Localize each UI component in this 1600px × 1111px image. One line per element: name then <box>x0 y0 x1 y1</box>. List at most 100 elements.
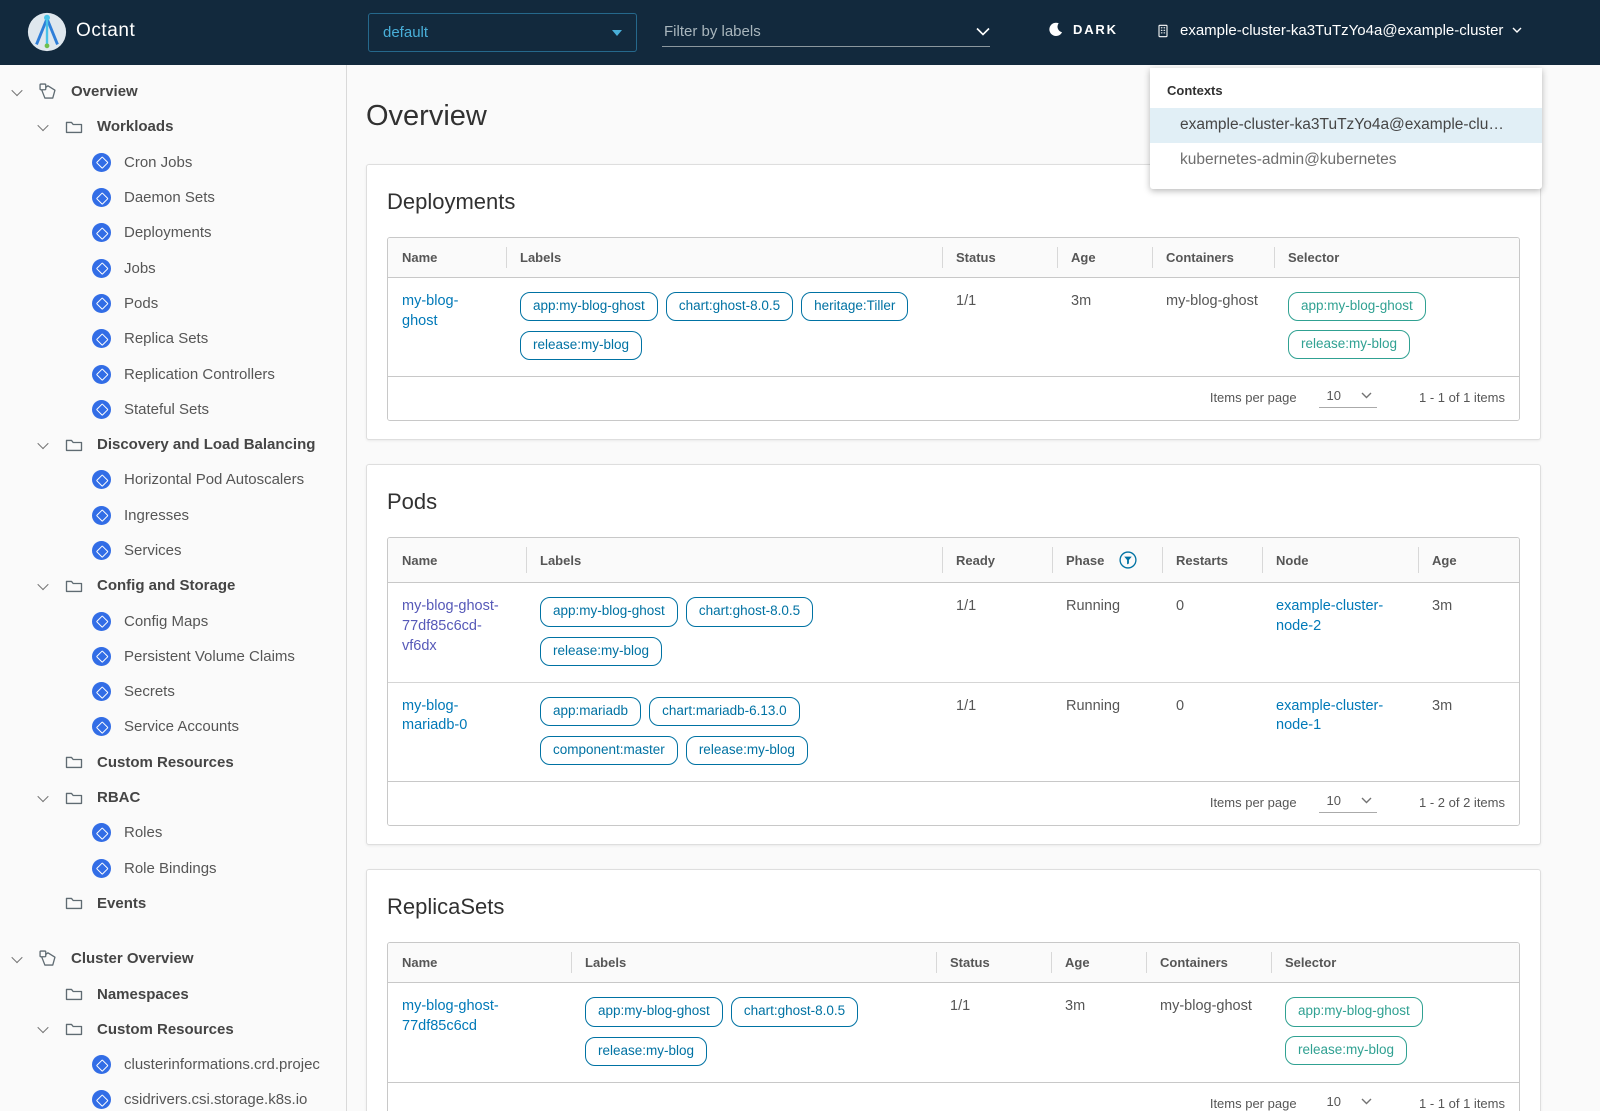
pod-name-link[interactable]: my-blog-ghost-77df85c6cd-vf6dx <box>402 598 499 653</box>
sidebar-item-replication-controllers[interactable]: Replication Controllers <box>0 356 346 391</box>
column-header-selector: Selector <box>1271 943 1519 984</box>
chevron-down-icon[interactable] <box>10 85 24 99</box>
column-header-name: Name <box>388 238 506 278</box>
sidebar-item-cluster-custom-resources[interactable]: Custom Resources <box>0 1012 346 1047</box>
sidebar-item-custom-resources[interactable]: Custom Resources <box>0 745 346 780</box>
pod-name-link[interactable]: my-blog-mariadb-0 <box>402 698 467 734</box>
column-header-age: Age <box>1057 238 1152 278</box>
column-header-labels: Labels <box>571 943 936 984</box>
chevron-down-icon[interactable] <box>976 27 990 36</box>
label-badge[interactable]: chart:ghost-8.0.5 <box>685 597 814 627</box>
sidebar-item-service-accounts[interactable]: Service Accounts <box>0 709 346 744</box>
label-badge[interactable]: app:my-blog-ghost <box>540 597 678 627</box>
sidebar-item-namespaces[interactable]: Namespaces <box>0 976 346 1011</box>
node-link[interactable]: example-cluster-node-2 <box>1276 598 1383 634</box>
sidebar-item-services[interactable]: Services <box>0 533 346 568</box>
cluster-icon <box>1158 24 1168 37</box>
pods-card-title: Pods <box>387 489 438 515</box>
folder-icon <box>63 1019 84 1040</box>
sidebar-item-overview[interactable]: Overview <box>0 74 346 109</box>
label-badge[interactable]: app:my-blog-ghost <box>585 997 723 1027</box>
table-row: my-blog-ghost app:my-blog-ghost chart:gh… <box>388 278 1519 377</box>
sidebar-item-daemon-sets[interactable]: Daemon Sets <box>0 180 346 215</box>
sidebar-item-deployments[interactable]: Deployments <box>0 215 346 250</box>
label-badge[interactable]: release:my-blog <box>540 636 663 666</box>
label-badge[interactable]: chart:ghost-8.0.5 <box>730 997 859 1027</box>
label-badge[interactable]: release:my-blog <box>685 736 808 766</box>
label-filter <box>662 16 990 47</box>
deployment-name-link[interactable]: my-blog-ghost <box>402 293 458 329</box>
column-header-status: Status <box>942 238 1057 278</box>
sidebar-item-events[interactable]: Events <box>0 886 346 921</box>
chevron-down-icon[interactable] <box>36 1022 50 1036</box>
column-header-containers: Containers <box>1152 238 1274 278</box>
node-link[interactable]: example-cluster-node-1 <box>1276 698 1383 734</box>
ingress-icon <box>92 505 111 525</box>
ready-cell: 1/1 <box>956 598 977 615</box>
column-header-age: Age <box>1051 943 1146 984</box>
chevron-down-icon <box>1361 392 1372 399</box>
sidebar-item-role-bindings[interactable]: Role Bindings <box>0 851 346 886</box>
deployments-table: Name Labels Status Age Containers Select… <box>387 237 1520 422</box>
statefulset-icon <box>92 399 111 419</box>
items-per-page-select[interactable]: 10 <box>1318 387 1378 409</box>
pagination: Items per page 10 1 - 1 of 1 items <box>388 376 1519 421</box>
label-badge[interactable]: component:master <box>540 736 678 766</box>
chevron-down-icon[interactable] <box>36 438 50 452</box>
deployment-icon <box>92 223 111 243</box>
sidebar-item-ingresses[interactable]: Ingresses <box>0 498 346 533</box>
sidebar-item-discovery-and-load-balancing[interactable]: Discovery and Load Balancing <box>0 427 346 462</box>
filter-by-labels-input[interactable] <box>662 22 976 40</box>
sidebar-item-cluster-overview[interactable]: Cluster Overview <box>0 941 346 976</box>
theme-toggle-label: DARK <box>1073 22 1118 37</box>
items-per-page-select[interactable]: 10 <box>1319 1093 1377 1111</box>
sidebar-item-workloads[interactable]: Workloads <box>0 109 346 144</box>
label-badge[interactable]: heritage:Tiller <box>801 292 909 322</box>
chevron-down-icon[interactable] <box>36 791 50 805</box>
items-per-page-select[interactable]: 10 <box>1318 792 1378 814</box>
sidebar-item-replica-sets[interactable]: Replica Sets <box>0 321 346 356</box>
sidebar-item-pods[interactable]: Pods <box>0 286 346 321</box>
table-header-row: Name Labels Ready Phase Restarts Node Ag… <box>388 538 1519 584</box>
sidebar-item-stateful-sets[interactable]: Stateful Sets <box>0 392 346 427</box>
context-switcher-button[interactable]: example-cluster-ka3TuTzYo4a@example-clus… <box>1155 22 1522 39</box>
items-per-page-value: 10 <box>1326 793 1342 809</box>
chevron-down-icon[interactable] <box>10 952 24 966</box>
replicaset-name-link[interactable]: my-blog-ghost-77df85c6cd <box>402 998 499 1034</box>
label-badge[interactable]: release:my-blog <box>520 331 643 361</box>
column-header-labels: Labels <box>506 238 942 278</box>
sidebar-item-config-and-storage[interactable]: Config and Storage <box>0 568 346 603</box>
secret-icon <box>92 682 111 702</box>
column-header-status: Status <box>936 943 1051 984</box>
namespace-select[interactable]: default <box>368 13 637 52</box>
sidebar-item-persistent-volume-claims[interactable]: Persistent Volume Claims <box>0 639 346 674</box>
label-badge[interactable]: app:mariadb <box>540 696 642 727</box>
sidebar-item-jobs[interactable]: Jobs <box>0 250 346 285</box>
label-badge[interactable]: chart:mariadb-6.13.0 <box>649 696 800 727</box>
items-per-page-value: 10 <box>1326 388 1342 404</box>
pagination-range: 1 - 2 of 2 items <box>1419 795 1505 811</box>
label-badge[interactable]: app:my-blog-ghost <box>520 292 658 322</box>
sidebar-item-config-maps[interactable]: Config Maps <box>0 603 346 638</box>
chevron-down-icon <box>612 29 622 36</box>
label-badge[interactable]: release:my-blog <box>585 1036 708 1066</box>
folder-icon <box>63 434 84 455</box>
sidebar-item-csidrivers-crd[interactable]: csidrivers.csi.storage.k8s.io <box>0 1082 346 1111</box>
sidebar-item-horizontal-pod-autoscalers[interactable]: Horizontal Pod Autoscalers <box>0 462 346 497</box>
sidebar-item-secrets[interactable]: Secrets <box>0 674 346 709</box>
chevron-down-icon[interactable] <box>36 579 50 593</box>
column-header-age: Age <box>1418 538 1519 584</box>
sidebar-item-roles[interactable]: Roles <box>0 815 346 850</box>
filter-icon[interactable] <box>1118 550 1138 570</box>
selector-badge: app:my-blog-ghost <box>1285 997 1423 1027</box>
dark-mode-toggle[interactable]: DARK <box>1047 21 1118 38</box>
context-menu-item-kubernetes-admin[interactable]: kubernetes-admin@kubernetes <box>1150 143 1542 178</box>
sidebar-item-rbac[interactable]: RBAC <box>0 780 346 815</box>
label-badge[interactable]: chart:ghost-8.0.5 <box>665 292 794 322</box>
crd-icon <box>92 1090 111 1110</box>
replicationcontroller-icon <box>92 364 111 384</box>
context-menu-item-example-cluster[interactable]: example-cluster-ka3TuTzYo4a@example-clu… <box>1150 108 1542 143</box>
sidebar-item-cron-jobs[interactable]: Cron Jobs <box>0 145 346 180</box>
chevron-down-icon[interactable] <box>36 120 50 134</box>
sidebar-item-clusterinformations-crd[interactable]: clusterinformations.crd.projec <box>0 1047 346 1082</box>
